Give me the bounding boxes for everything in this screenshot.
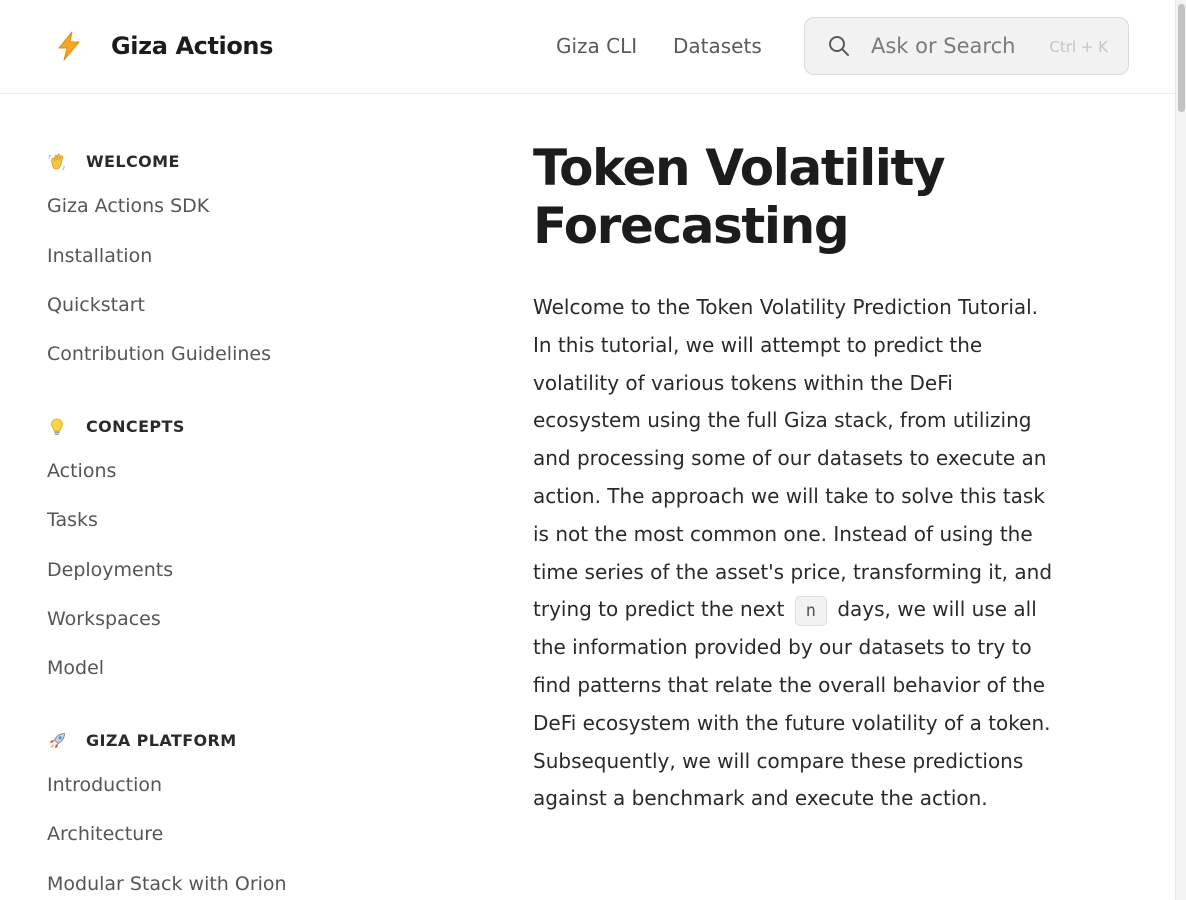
intro-text: Welcome to the Token Volatility Predicti… bbox=[533, 295, 1053, 622]
sidebar-item-tasks[interactable]: Tasks bbox=[47, 507, 98, 533]
intro-paragraph: Welcome to the Token Volatility Predicti… bbox=[533, 289, 1053, 818]
sidebar-section-concepts: CONCEPTS bbox=[47, 415, 185, 439]
light-bulb-icon bbox=[51, 418, 63, 435]
sidebar-item-model[interactable]: Model bbox=[47, 655, 104, 681]
search-placeholder: Ask or Search bbox=[871, 34, 1016, 58]
sidebar-item-architecture[interactable]: Architecture bbox=[47, 821, 163, 847]
page-title: Token Volatility Forecasting bbox=[533, 139, 946, 255]
sidebar-section-giza-platform: GIZA PLATFORM bbox=[47, 729, 237, 753]
sidebar-item-actions[interactable]: Actions bbox=[47, 458, 116, 484]
sidebar-item-introduction[interactable]: Introduction bbox=[47, 772, 162, 798]
sidebar-item-contribution-guidelines[interactable]: Contribution Guidelines bbox=[47, 341, 271, 367]
search-input[interactable]: Ask or Search Ctrl + K bbox=[804, 17, 1129, 75]
lightning-bolt-icon[interactable] bbox=[53, 30, 85, 62]
sidebar-section-title: GIZA PLATFORM bbox=[86, 731, 237, 750]
sidebar-section-title: CONCEPTS bbox=[86, 417, 185, 436]
site-title[interactable]: Giza Actions bbox=[111, 30, 273, 62]
top-header: Giza Actions Giza CLI Datasets Ask or Se… bbox=[0, 0, 1175, 94]
sidebar-section-title: WELCOME bbox=[86, 152, 180, 171]
rocket-icon bbox=[49, 733, 65, 749]
scrollbar-thumb[interactable] bbox=[1178, 4, 1185, 112]
waving-hand-icon bbox=[48, 153, 65, 170]
sidebar-item-modular-stack-with-orion[interactable]: Modular Stack with Orion bbox=[47, 871, 287, 897]
page-scrollbar[interactable] bbox=[1175, 0, 1186, 900]
sidebar-item-quickstart[interactable]: Quickstart bbox=[47, 292, 145, 318]
sidebar-item-installation[interactable]: Installation bbox=[47, 243, 152, 269]
search-icon bbox=[829, 36, 849, 56]
sidebar: WELCOME Giza Actions SDK Installation Qu… bbox=[0, 95, 470, 900]
sidebar-item-giza-actions-sdk[interactable]: Giza Actions SDK bbox=[47, 193, 209, 219]
nav-link-datasets[interactable]: Datasets bbox=[673, 32, 762, 60]
nav-link-giza-cli[interactable]: Giza CLI bbox=[556, 32, 637, 60]
search-shortcut-hint: Ctrl + K bbox=[1049, 38, 1108, 56]
inline-code: n bbox=[794, 596, 827, 627]
sidebar-item-deployments[interactable]: Deployments bbox=[47, 557, 173, 583]
sidebar-item-workspaces[interactable]: Workspaces bbox=[47, 606, 161, 632]
intro-text-continued: days, we will use all the information pr… bbox=[533, 597, 1051, 811]
sidebar-section-welcome: WELCOME bbox=[47, 150, 180, 174]
